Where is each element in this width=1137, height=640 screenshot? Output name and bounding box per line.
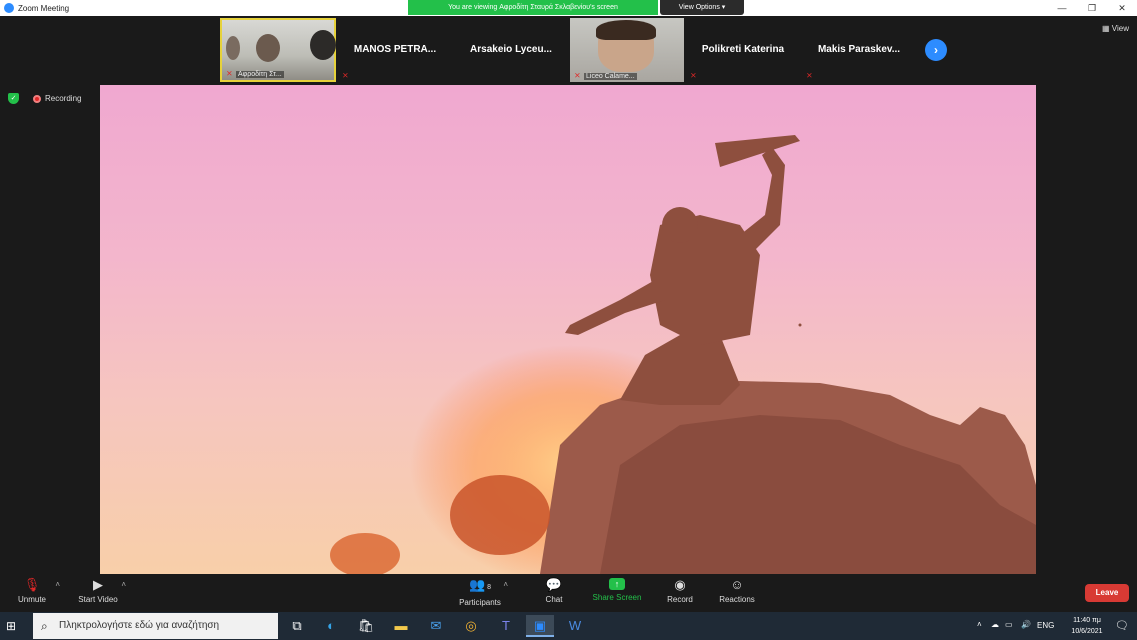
windows-taskbar: ⊞ ⌕ Πληκτρολογήστε εδώ για αναζήτηση ⧉ ◐…: [0, 612, 1137, 640]
participant-name: Makis Paraskev...: [817, 44, 901, 55]
minimize-button[interactable]: —: [1047, 0, 1077, 16]
muted-mic-icon: ⨯: [574, 71, 581, 80]
screen-share-banner: You are viewing Αφροδίτη Σταυρά Σκλαβενί…: [408, 0, 658, 15]
muted-mic-icon: 🎙: [23, 577, 41, 592]
leave-button[interactable]: Leave: [1085, 584, 1129, 602]
chevron-up-icon[interactable]: ˄: [977, 620, 982, 629]
restore-button[interactable]: ❐: [1077, 0, 1107, 16]
teams-icon[interactable]: T: [492, 615, 520, 637]
participant-video-face: [226, 36, 240, 60]
unmute-button[interactable]: 🎙 ˄ Unmute: [2, 577, 62, 605]
bush: [450, 475, 550, 555]
recording-label: Recording: [45, 94, 82, 103]
window-controls: — ❐ ✕: [1047, 0, 1137, 16]
taskbar-clock[interactable]: 11:40 πμ 10/6/2021: [1067, 615, 1107, 637]
shared-image: [330, 135, 1036, 574]
participant-name: Polikreti Katerina: [701, 44, 785, 55]
participant-name: Arsakeio Lyceu...: [470, 44, 552, 55]
record-button[interactable]: ◉ Record: [650, 577, 710, 605]
participant-name: Liceo Calame...: [584, 73, 637, 80]
task-view-icon[interactable]: ⧉: [283, 615, 311, 637]
chat-button[interactable]: 💬 Chat: [524, 577, 584, 605]
meeting-toolbar: 🎙 ˄ Unmute ▶ ˄ Start Video 👥 8 ˄ Particip…: [0, 574, 1137, 612]
file-explorer-icon[interactable]: ▬: [387, 615, 415, 637]
share-screen-icon: ↑: [609, 578, 625, 590]
chevron-up-icon[interactable]: ˄: [55, 580, 60, 589]
language-indicator[interactable]: ENG: [1037, 621, 1054, 630]
shield-icon[interactable]: ✓: [8, 93, 19, 104]
close-button[interactable]: ✕: [1107, 0, 1137, 16]
participant-tile-6[interactable]: Makis Paraskev... ⨯: [802, 18, 916, 82]
zoom-taskbar-icon[interactable]: ▣: [526, 615, 554, 637]
store-icon[interactable]: 🛍: [352, 615, 380, 637]
clock-time: 11:40 πμ: [1073, 617, 1101, 624]
grid-icon: ▦: [1102, 24, 1112, 33]
zoom-app-icon: [4, 3, 14, 13]
participant-tile-video-1[interactable]: ⨯ Αφροδίτη Στ...: [220, 18, 336, 82]
participant-name: Αφροδίτη Στ...: [236, 71, 284, 78]
participant-tile-3[interactable]: Arsakeio Lyceu...: [454, 18, 568, 82]
participant-tile-video-4[interactable]: ⨯ Liceo Calame...: [570, 18, 684, 82]
windows-start-icon[interactable]: ⊞: [6, 619, 20, 633]
window-title: Zoom Meeting: [18, 3, 70, 13]
chrome-icon[interactable]: ◎: [457, 615, 485, 637]
participant-tile-5[interactable]: Polikreti Katerina ⨯: [686, 18, 800, 82]
recording-icon: [33, 95, 41, 103]
reactions-icon: ☺: [730, 577, 744, 592]
chevron-up-icon[interactable]: ˄: [503, 580, 508, 589]
participants-icon: 👥 8: [468, 577, 492, 592]
notification-icon[interactable]: 🗨: [1115, 619, 1129, 632]
clock-date: 10/6/2021: [1071, 628, 1103, 635]
view-button[interactable]: ▦ View: [1102, 24, 1129, 33]
muted-mic-icon: ⨯: [226, 69, 233, 78]
participant-name: MANOS PETRA...: [353, 44, 437, 55]
participant-video-face: [310, 30, 336, 60]
participant-tile-2[interactable]: MANOS PETRA... ⨯: [338, 18, 452, 82]
participants-strip: ⨯ Αφροδίτη Στ... MANOS PETRA... ⨯ Arsake…: [0, 16, 1137, 86]
participants-button[interactable]: 👥 8 ˄ Participants: [450, 577, 510, 608]
shared-screen-view: [100, 85, 1036, 574]
cloud-icon[interactable]: ☁: [991, 620, 999, 629]
search-icon: ⌕: [41, 619, 48, 633]
zoom-meeting-window: Zoom Meeting — ❐ ✕ You are viewing Αφροδ…: [0, 0, 1137, 640]
word-icon[interactable]: W: [561, 615, 589, 637]
chevron-up-icon[interactable]: ˄: [121, 580, 126, 589]
taskbar-search-box[interactable]: ⌕ Πληκτρολογήστε εδώ για αναζήτηση: [33, 613, 278, 639]
share-screen-button[interactable]: ↑ Share Screen: [587, 578, 647, 602]
participant-video-hair: [596, 20, 656, 40]
reactions-button[interactable]: ☺ Reactions: [707, 577, 767, 605]
participant-video-face: [256, 34, 280, 62]
record-icon: ◉: [674, 577, 686, 592]
muted-mic-icon: ⨯: [690, 71, 697, 80]
chevron-right-icon[interactable]: ›: [925, 39, 947, 61]
search-placeholder: Πληκτρολογήστε εδώ για αναζήτηση: [59, 620, 220, 631]
bush: [330, 533, 400, 574]
muted-mic-icon: ⨯: [806, 71, 813, 80]
bird-speck: [798, 323, 802, 327]
system-tray: ˄ ☁ ▭ 🔊 ENG: [967, 612, 1137, 640]
edge-browser-icon[interactable]: ◐: [317, 615, 345, 637]
mail-icon[interactable]: ✉: [422, 615, 450, 637]
volume-icon[interactable]: 🔊: [1021, 620, 1031, 629]
video-off-icon: ▶: [93, 577, 103, 592]
start-video-button[interactable]: ▶ ˄ Start Video: [68, 577, 128, 605]
view-options-button[interactable]: View Options ▾: [660, 0, 744, 15]
muted-mic-icon: ⨯: [342, 71, 349, 80]
chat-icon: 💬: [545, 577, 563, 592]
network-icon[interactable]: ▭: [1005, 620, 1013, 629]
